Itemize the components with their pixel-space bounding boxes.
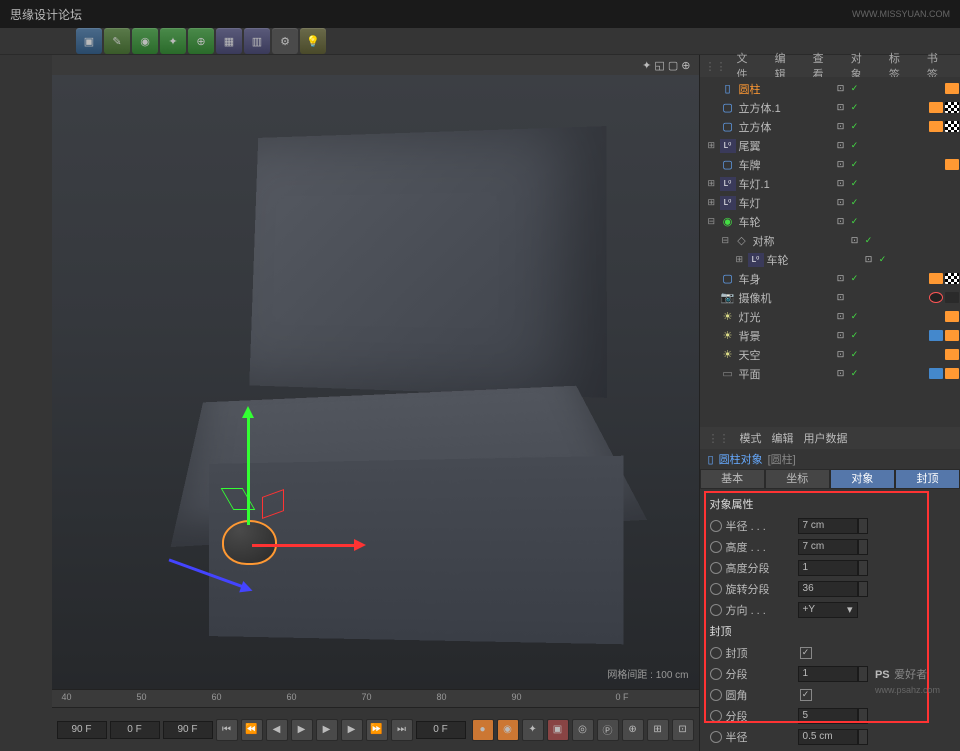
- attr-mode[interactable]: 模式: [740, 430, 762, 446]
- gizmo-yz-plane[interactable]: [220, 488, 255, 510]
- attr-tabs: 基本 坐标 对象 封顶: [700, 469, 960, 489]
- om-item-车轮[interactable]: ⊟◉车轮⊡✓: [700, 212, 960, 231]
- record-button[interactable]: ●: [472, 719, 494, 741]
- key-all-button[interactable]: ⊞: [647, 719, 669, 741]
- right-panel: ⋮⋮ 文件 编辑 查看 对象 标签 书签 ▯圆柱⊡✓▢立方体.1⊡✓▢立方体⊡✓…: [699, 55, 960, 751]
- object-manager-tabs: ⋮⋮ 文件 编辑 查看 对象 标签 书签: [700, 55, 960, 77]
- main-area: ✦ ◱ ▢ ⊕ 网格间距 : 100 cm 405060607080900 F: [0, 55, 960, 751]
- prop-半径[interactable]: 半径0.5 cm: [700, 726, 960, 747]
- om-item-圆柱[interactable]: ▯圆柱⊡✓: [700, 79, 960, 98]
- page-header: 思缘设计论坛 WWW.MISSYUAN.COM: [0, 0, 960, 28]
- cylinder-icon: ▯: [708, 453, 714, 466]
- prev-frame-button[interactable]: ◀: [266, 719, 288, 741]
- header-left: 思缘设计论坛: [10, 6, 82, 23]
- frame-end-field[interactable]: 90 F: [57, 721, 107, 739]
- attr-object-title: ▯ 圆柱对象 [圆柱]: [700, 449, 960, 469]
- om-item-对称[interactable]: ⊟◇对称⊡✓: [700, 231, 960, 250]
- transform-gizmo[interactable]: [202, 365, 362, 565]
- next-frame-button[interactable]: ▶: [341, 719, 363, 741]
- primitive-cube-button[interactable]: ▣: [76, 28, 102, 54]
- section-object-props: 对象属性: [700, 493, 960, 515]
- om-item-车牌[interactable]: ▢车牌⊡✓: [700, 155, 960, 174]
- attr-header: ⋮⋮ 模式 编辑 用户数据: [700, 427, 960, 449]
- prop-旋转分段[interactable]: 旋转分段36: [700, 578, 960, 599]
- attr-tab-object[interactable]: 对象: [830, 469, 895, 489]
- key-param-button[interactable]: Ⓟ: [597, 719, 619, 741]
- section-caps: 封顶: [700, 620, 960, 642]
- om-item-灯光[interactable]: ☀灯光⊡✓: [700, 307, 960, 326]
- attr-tab-coord[interactable]: 坐标: [765, 469, 830, 489]
- prop-高度 . . .[interactable]: 高度 . . .7 cm: [700, 536, 960, 557]
- model-sofa-back: [249, 126, 607, 398]
- timeline-controls: 90 F 0 F 90 F ⏮ ⏪ ◀ ▶ ▶ ▶ ⏩ ⏭ 0 F ● ◉ ✦ …: [52, 707, 699, 751]
- prop-分段[interactable]: 分段5: [700, 705, 960, 726]
- deformer-button[interactable]: ✦: [160, 28, 186, 54]
- attr-obj-hint: [圆柱]: [768, 451, 796, 467]
- om-item-天空[interactable]: ☀天空⊡✓: [700, 345, 960, 364]
- viewport-wrapper: ✦ ◱ ▢ ⊕ 网格间距 : 100 cm 405060607080900 F: [52, 55, 699, 751]
- om-item-车灯[interactable]: ⊞L⁰车灯⊡✓: [700, 193, 960, 212]
- current-frame-field[interactable]: 0 F: [416, 721, 466, 739]
- attr-obj-name: 圆柱对象: [719, 451, 763, 467]
- frame-start-field[interactable]: 0 F: [110, 721, 160, 739]
- range-end-field[interactable]: 90 F: [163, 721, 213, 739]
- play-forward-button[interactable]: ▶: [316, 719, 338, 741]
- prop-半径 . . .[interactable]: 半径 . . .7 cm: [700, 515, 960, 536]
- prop-方向 . . .[interactable]: 方向 . . .+Y▾: [700, 599, 960, 620]
- om-item-立方体.1[interactable]: ▢立方体.1⊡✓: [700, 98, 960, 117]
- om-item-车身[interactable]: ▢车身⊡✓: [700, 269, 960, 288]
- attr-tab-caps[interactable]: 封顶: [895, 469, 960, 489]
- autokey-button[interactable]: ◉: [497, 719, 519, 741]
- goto-start-button[interactable]: ⏮: [216, 719, 238, 741]
- attr-tab-basic[interactable]: 基本: [700, 469, 765, 489]
- key-scale-button[interactable]: ▣: [547, 719, 569, 741]
- key-sel-button[interactable]: ⊡: [672, 719, 694, 741]
- attr-userdata[interactable]: 用户数据: [804, 430, 848, 446]
- next-key-button[interactable]: ⏩: [366, 719, 388, 741]
- gizmo-x-axis[interactable]: [252, 544, 362, 547]
- watermark-logo: PS 爱好者: [875, 665, 940, 683]
- gizmo-xy-plane[interactable]: [262, 489, 284, 519]
- om-item-摄像机[interactable]: 📷摄像机⊡: [700, 288, 960, 307]
- key-rot-button[interactable]: ◎: [572, 719, 594, 741]
- play-back-button[interactable]: ▶: [291, 719, 313, 741]
- generator-button[interactable]: ◉: [132, 28, 158, 54]
- object-manager-tree[interactable]: ▯圆柱⊡✓▢立方体.1⊡✓▢立方体⊡✓⊞L⁰尾翼⊡✓▢车牌⊡✓⊞L⁰车灯.1⊡✓…: [700, 77, 960, 427]
- header-url: WWW.MISSYUAN.COM: [852, 9, 950, 19]
- om-item-背景[interactable]: ☀背景⊡✓: [700, 326, 960, 345]
- attr-edit[interactable]: 编辑: [772, 430, 794, 446]
- om-item-立方体[interactable]: ▢立方体⊡✓: [700, 117, 960, 136]
- app-window: ▣ ✎ ◉ ✦ ⊕ ▦ ▥ ⚙ 💡 ✦ ◱ ▢ ⊕: [0, 28, 960, 660]
- render-settings-button[interactable]: ⚙: [272, 28, 298, 54]
- watermark-footer: PS 爱好者 www.psahz.com: [0, 660, 960, 700]
- spline-pen-button[interactable]: ✎: [104, 28, 130, 54]
- viewport-nav-icons[interactable]: ✦ ◱ ▢ ⊕: [642, 59, 690, 72]
- goto-end-button[interactable]: ⏭: [391, 719, 413, 741]
- attr-body: 对象属性 半径 . . .7 cm高度 . . .7 cm高度分段1旋转分段36…: [700, 489, 960, 751]
- om-item-尾翼[interactable]: ⊞L⁰尾翼⊡✓: [700, 136, 960, 155]
- environment-button[interactable]: ⊕: [188, 28, 214, 54]
- selected-cylinder[interactable]: [222, 520, 277, 565]
- om-item-平面[interactable]: ▭平面⊡✓: [700, 364, 960, 383]
- light-button[interactable]: 💡: [300, 28, 326, 54]
- attribute-manager: ⋮⋮ 模式 编辑 用户数据 ▯ 圆柱对象 [圆柱] 基本 坐标 对象 封顶: [700, 427, 960, 751]
- key-pos-button[interactable]: ✦: [522, 719, 544, 741]
- om-item-车轮[interactable]: ⊞L⁰车轮⊡✓: [700, 250, 960, 269]
- watermark-url: www.psahz.com: [875, 685, 940, 695]
- om-item-车灯.1[interactable]: ⊞L⁰车灯.1⊡✓: [700, 174, 960, 193]
- viewport-header: ✦ ◱ ▢ ⊕: [52, 55, 699, 75]
- prop-高度分段[interactable]: 高度分段1: [700, 557, 960, 578]
- left-toolbar: [0, 55, 52, 751]
- floor-button[interactable]: ▦: [216, 28, 242, 54]
- key-pla-button[interactable]: ⊕: [622, 719, 644, 741]
- prev-key-button[interactable]: ⏪: [241, 719, 263, 741]
- viewport-3d[interactable]: 网格间距 : 100 cm: [52, 75, 699, 689]
- camera-button[interactable]: ▥: [244, 28, 270, 54]
